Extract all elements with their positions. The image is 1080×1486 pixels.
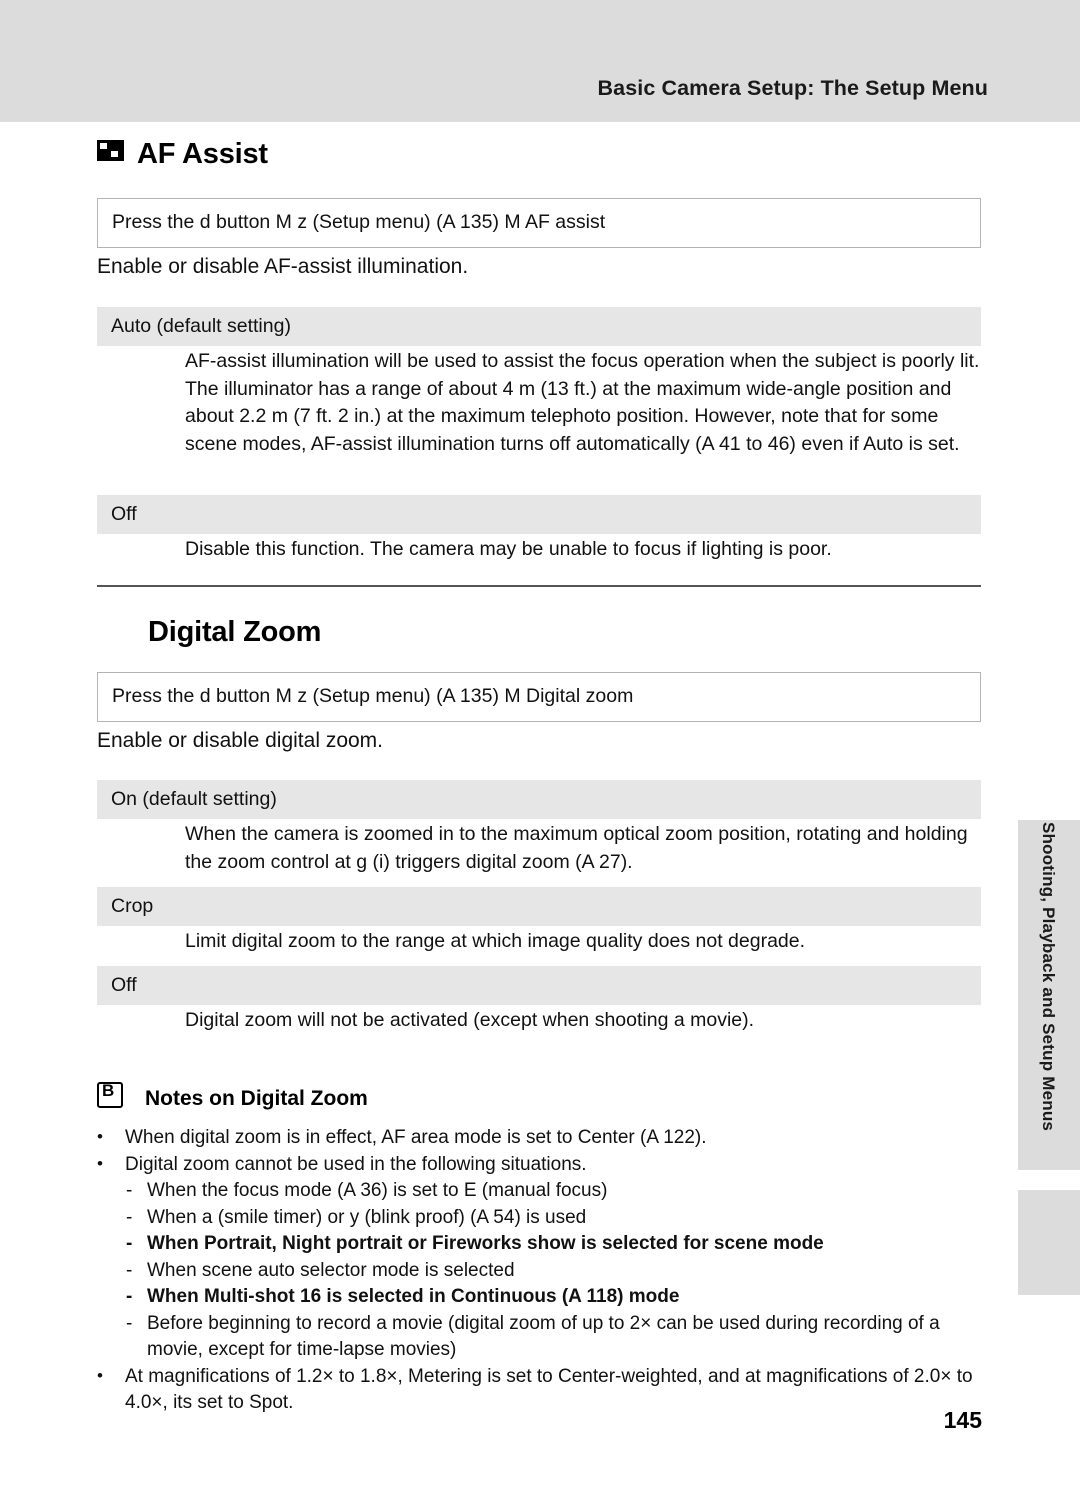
press-path-af-assist-text: Press the d button M z (Setup menu) (A 1… (112, 211, 606, 233)
page-header-band (0, 0, 1080, 122)
option-body-auto: AF-assist illumination will be used to a… (185, 350, 980, 455)
option-body-crop: Limit digital zoom to the range at which… (185, 930, 806, 952)
notes-heading: Notes on Digital Zoom (97, 1081, 368, 1111)
lead-text-af-assist: Enable or disable AF-assist illumination… (97, 255, 469, 278)
side-tab-label: Shooting, Playback and Setup Menus (1039, 822, 1058, 1132)
press-path-af-assist: Press the d button M z (Setup menu) (A 1… (97, 198, 981, 248)
option-header-off-dz: Off (97, 966, 981, 1005)
af-assist-menu-icon (97, 140, 124, 161)
notes-heading-text: Notes on Digital Zoom (145, 1087, 368, 1110)
section-divider (97, 585, 981, 587)
option-header-off-af: Off (97, 495, 981, 534)
note-b-icon (97, 1081, 123, 1108)
option-body-off-af: Disable this function. The camera may be… (185, 538, 832, 560)
section-title-af-assist: AF Assist (97, 138, 268, 171)
option-body-off-dz: Digital zoom will not be activated (exce… (185, 1009, 755, 1031)
section-title-digital-zoom-text: Digital Zoom (148, 616, 322, 648)
note-item-9: At magnifications of 1.2× to 1.8×, Meter… (97, 1363, 997, 1417)
option-body-on: When the camera is zoomed in to the maxi… (185, 823, 968, 873)
note-item-2: Digital zoom cannot be used in the follo… (97, 1151, 997, 1179)
option-header-on: On (default setting) (97, 780, 981, 819)
lead-text-digital-zoom: Enable or disable digital zoom. (97, 729, 384, 752)
notes-body: When digital zoom is in effect, AF area … (97, 1124, 997, 1417)
note-item-5: When Portrait, Night portrait or Firewor… (97, 1231, 997, 1258)
note-item-8: Before beginning to record a movie (digi… (97, 1311, 997, 1364)
page-header-title: Basic Camera Setup: The Setup Menu (597, 76, 988, 100)
press-path-digital-zoom-text: Press the d button M z (Setup menu) (A 1… (112, 685, 634, 707)
note-item-6: When scene auto selector mode is selecte… (97, 1258, 997, 1285)
note-item-4: When a (smile timer) or y (blink proof) … (97, 1205, 997, 1232)
press-path-digital-zoom: Press the d button M z (Setup menu) (A 1… (97, 672, 981, 722)
side-tab-band-secondary (1018, 1190, 1080, 1295)
note-item-1: When digital zoom is in effect, AF area … (97, 1124, 997, 1152)
option-header-auto: Auto (default setting) (97, 307, 981, 346)
option-header-crop: Crop (97, 887, 981, 926)
note-item-3: When the focus mode (A 36) is set to E (… (97, 1178, 997, 1205)
section-title-digital-zoom: Digital Zoom (148, 616, 321, 649)
section-title-af-assist-text: AF Assist (137, 138, 268, 170)
page-number: 145 (943, 1407, 982, 1433)
note-item-7: When Multi-shot 16 is selected in Contin… (97, 1284, 997, 1311)
